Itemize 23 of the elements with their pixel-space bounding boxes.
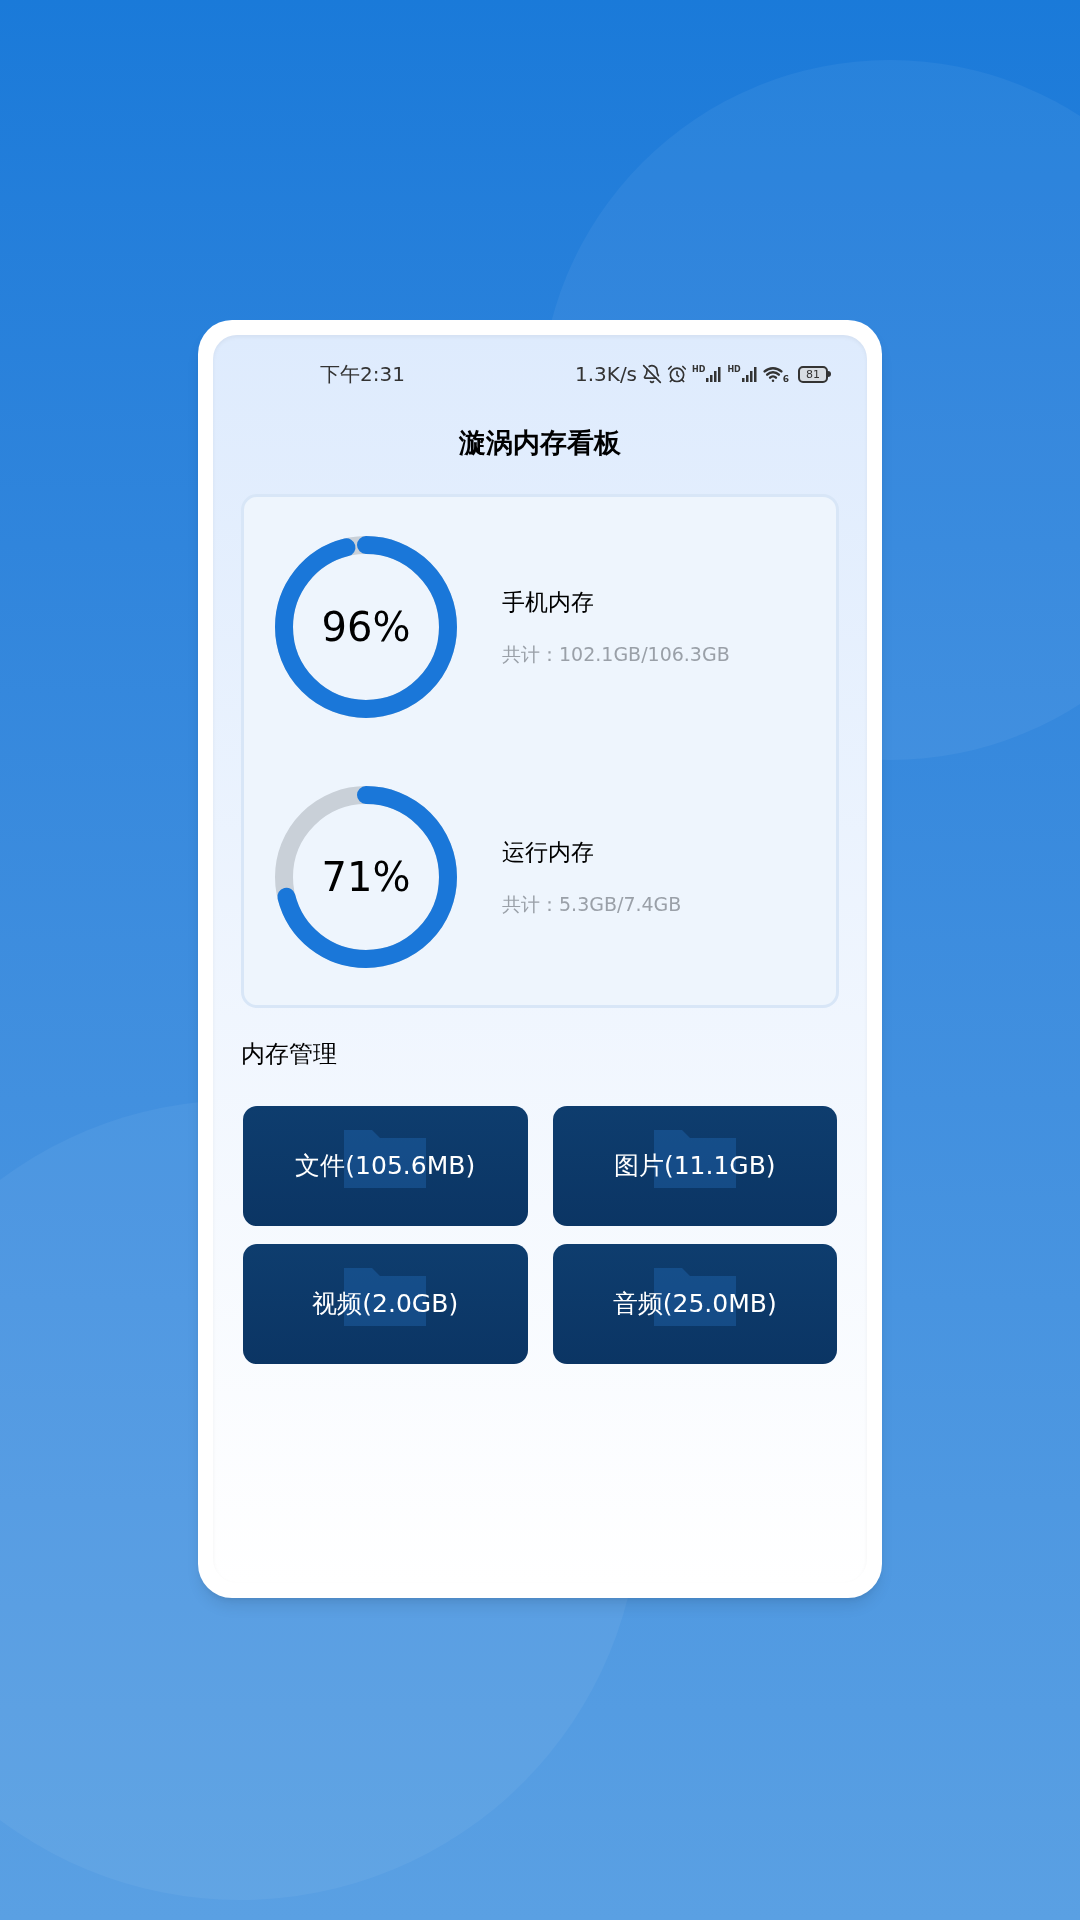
category-button[interactable]: 图片(11.1GB)	[552, 1105, 837, 1226]
bell-off-icon	[642, 364, 663, 384]
storage-name: 运行内存	[502, 838, 595, 867]
storage-name: 手机内存	[502, 588, 595, 617]
signal-icon	[706, 366, 723, 382]
wifi-icon	[762, 364, 783, 384]
storage-detail: 共计：5.3GB/7.4GB	[502, 891, 682, 917]
gauge-percent: 96%	[321, 602, 411, 652]
battery-icon: 81	[798, 365, 831, 383]
network-speed: 1.3K/s	[574, 361, 638, 388]
storage-detail: 共计：102.1GB/106.3GB	[502, 641, 730, 667]
page-title: 漩涡内存看板	[459, 426, 621, 460]
section-title: 内存管理	[241, 1038, 338, 1070]
status-time: 下午2:31	[320, 361, 405, 388]
alarm-clock-icon	[667, 364, 688, 384]
signal-label: HD	[692, 366, 706, 374]
category-button[interactable]: 视频(2.0GB)	[243, 1243, 528, 1364]
category-button[interactable]: 文件(105.6MB)	[243, 1105, 528, 1226]
wifi-label: 6	[782, 375, 789, 384]
signal-label: HD	[727, 366, 741, 374]
gauge-percent: 71%	[321, 852, 411, 902]
category-button[interactable]: 音频(25.0MB)	[552, 1243, 837, 1364]
signal-icon	[741, 366, 758, 382]
